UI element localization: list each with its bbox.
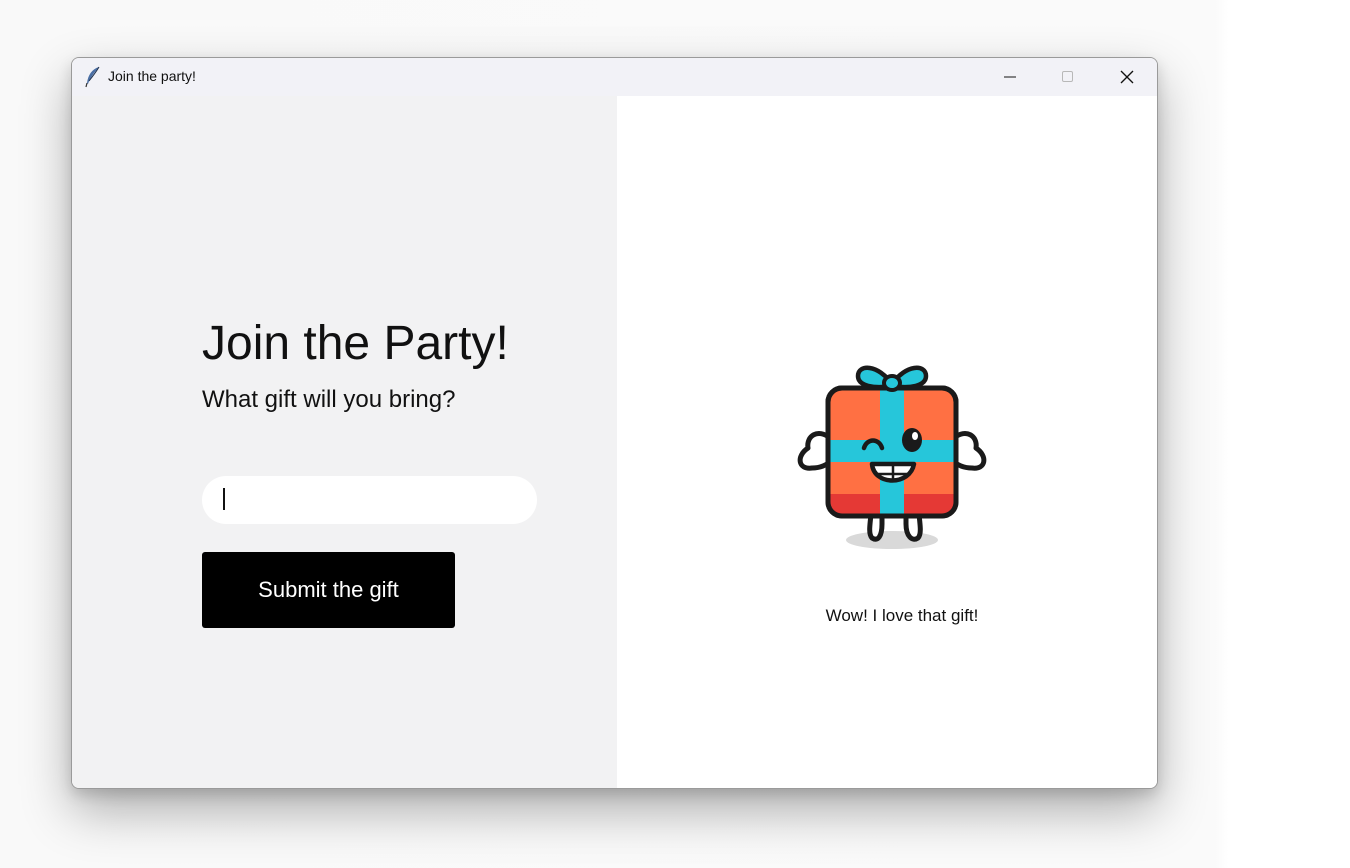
gift-question: What gift will you bring? — [202, 386, 456, 413]
close-button[interactable] — [1098, 58, 1156, 96]
form-panel: Join the Party! What gift will you bring… — [72, 96, 617, 788]
submit-gift-button[interactable]: Submit the gift — [202, 552, 455, 628]
preview-panel: Wow! I love that gift! — [617, 96, 1157, 788]
minimize-icon — [1004, 76, 1016, 78]
window-title: Join the party! — [108, 68, 196, 84]
feather-icon — [84, 66, 102, 88]
app-window: Join the party! Join the Party! What gif… — [71, 57, 1158, 789]
desktop: Join the party! Join the Party! What gif… — [0, 0, 1350, 868]
maximize-icon — [1062, 71, 1073, 82]
mascot-reply: Wow! I love that gift! — [825, 606, 979, 625]
maximize-button[interactable] — [1039, 58, 1097, 96]
title-bar: Join the party! — [72, 58, 1157, 96]
close-icon — [1120, 70, 1134, 84]
page-title: Join the Party! — [202, 317, 509, 370]
gift-input[interactable] — [202, 476, 537, 524]
text-cursor — [223, 488, 225, 510]
minimize-button[interactable] — [981, 58, 1039, 96]
gift-box-mascot-icon — [797, 365, 987, 549]
